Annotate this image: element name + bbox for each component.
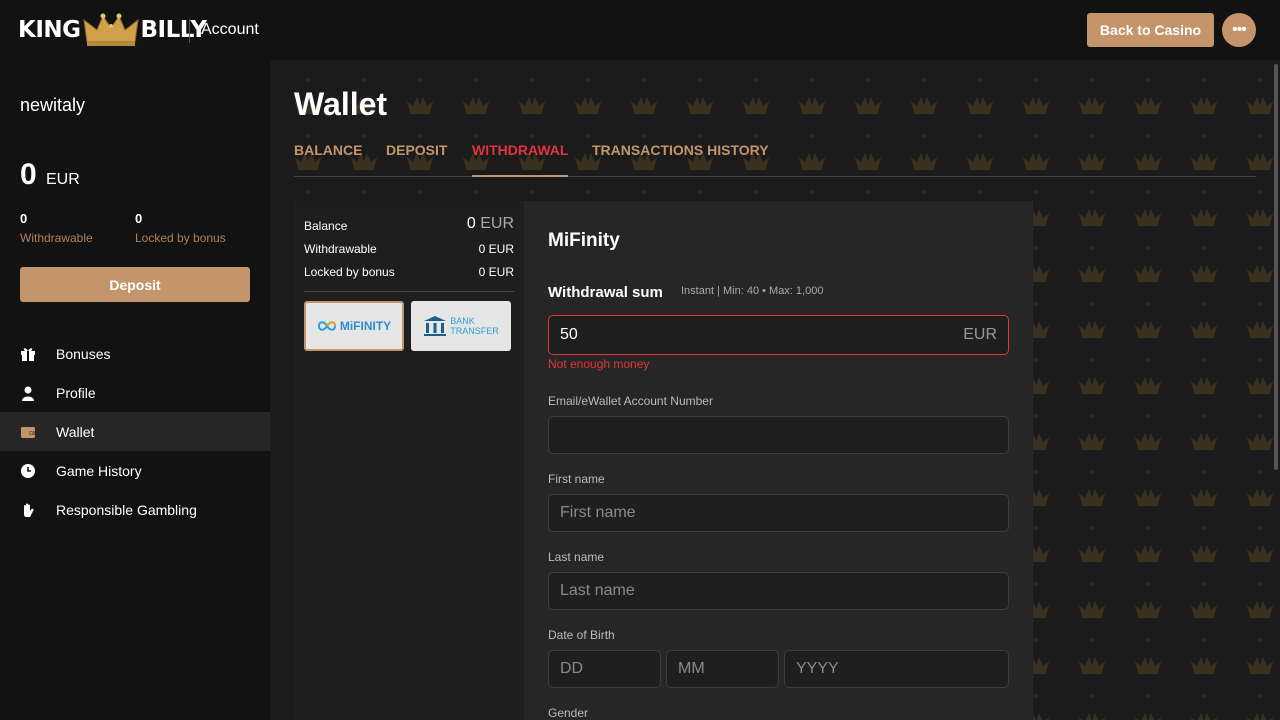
header-title: Account <box>201 21 259 38</box>
sidebar-item-label: Game History <box>56 462 142 479</box>
bank-transfer-logo-text: BANK TRANSFER <box>450 316 499 336</box>
tab-balance[interactable]: BALANCE <box>294 142 362 158</box>
method-bank-transfer[interactable]: BANK TRANSFER <box>411 301 511 351</box>
error-message: Not enough money <box>548 357 650 371</box>
sidebar-item-label: Wallet <box>56 423 95 440</box>
sidebar-item-responsible-gambling[interactable]: Responsible Gambling <box>0 490 270 529</box>
account-number-label: Email/eWallet Account Number <box>548 394 713 408</box>
more-menu-button[interactable]: ••• <box>1222 13 1256 47</box>
header-divider <box>189 19 190 43</box>
crown-icon <box>82 13 139 46</box>
main-content: Wallet BALANCE DEPOSIT WITHDRAWAL TRANSA… <box>270 60 1280 720</box>
username: newitaly <box>20 95 86 115</box>
withdrawal-sum-currency: EUR <box>963 326 997 343</box>
locked-value: 0 <box>135 211 143 226</box>
sidebar-item-label: Profile <box>56 384 96 401</box>
dob-year-input[interactable] <box>784 650 1009 688</box>
summary-divider <box>304 291 514 292</box>
first-name-label: First name <box>548 472 605 486</box>
sidebar-item-wallet[interactable]: Wallet <box>0 412 270 451</box>
more-dots-icon: ••• <box>1232 21 1247 38</box>
summary-balance-label: Balance <box>304 219 348 233</box>
infinity-icon <box>317 321 336 331</box>
payment-methods-panel: Balance 0 EUR Withdrawable 0 EUR Locked … <box>294 201 524 720</box>
withdrawable-label: Withdrawable <box>20 231 93 245</box>
withdrawal-form: MiFinity Withdrawal sum Instant | Min: 4… <box>524 201 1033 720</box>
bank-transfer-line2: TRANSFER <box>450 326 499 336</box>
logo-text-left: KING <box>18 17 81 43</box>
page-scrollbar[interactable] <box>1274 64 1278 470</box>
date-of-birth-label: Date of Birth <box>548 628 615 642</box>
withdrawal-sum-input[interactable]: 50 EUR <box>548 315 1009 355</box>
gift-icon <box>20 346 36 362</box>
gender-label: Gender <box>548 706 589 720</box>
deposit-button[interactable]: Deposit <box>20 267 250 302</box>
dob-month-input[interactable] <box>666 650 779 688</box>
form-title: MiFinity <box>548 230 620 251</box>
clock-icon <box>20 463 36 479</box>
account-number-input[interactable] <box>548 416 1009 454</box>
dob-day-input[interactable] <box>548 650 661 688</box>
sidebar-item-profile[interactable]: Profile <box>0 373 270 412</box>
user-icon <box>20 385 36 401</box>
withdrawal-sum-value: 50 <box>560 326 578 343</box>
withdrawal-sum-hint: Instant | Min: 40 • Max: 1,000 <box>681 285 824 297</box>
summary-locked-label: Locked by bonus <box>304 265 395 279</box>
logo-text-right: BILLY <box>140 17 207 43</box>
sidebar-item-label: Bonuses <box>56 345 111 362</box>
bank-transfer-line1: BANK <box>450 316 475 326</box>
mifinity-logo-text: MiFINITY <box>339 319 392 333</box>
king-billy-logo[interactable]: KING BILLY <box>18 12 207 48</box>
tabs-divider <box>294 176 1256 177</box>
first-name-input[interactable] <box>548 494 1009 532</box>
summary-withdrawable-label: Withdrawable <box>304 242 377 256</box>
summary-withdrawable-value: 0 EUR <box>478 242 514 256</box>
bank-icon <box>424 316 447 336</box>
sidebar-item-label: Responsible Gambling <box>56 501 197 518</box>
tab-deposit[interactable]: DEPOSIT <box>386 142 447 158</box>
account-sidebar: newitaly 0 EUR 0 Withdrawable 0 Locked b… <box>0 60 270 720</box>
method-mifinity[interactable]: MiFINITY <box>304 301 404 351</box>
tab-withdrawal[interactable]: WITHDRAWAL <box>472 142 568 158</box>
withdrawal-sum-label: Withdrawal sum <box>548 284 663 301</box>
wallet-icon <box>20 424 36 440</box>
summary-balance-value: 0 EUR <box>467 215 514 233</box>
locked-label: Locked by bonus <box>135 231 226 245</box>
top-header: KING BILLY Account Back to Casino ••• <box>0 0 1280 60</box>
sidebar-item-game-history[interactable]: Game History <box>0 451 270 490</box>
tab-transactions-history[interactable]: TRANSACTIONS HISTORY <box>592 142 769 158</box>
summary-locked-value: 0 EUR <box>478 265 514 279</box>
last-name-input[interactable] <box>548 572 1009 610</box>
hand-icon <box>20 502 36 518</box>
balance-amount: 0 <box>20 158 37 191</box>
summary-balance-currency: EUR <box>480 215 514 232</box>
page-title: Wallet <box>294 86 388 122</box>
back-to-casino-button[interactable]: Back to Casino <box>1087 13 1214 47</box>
summary-balance-amount: 0 <box>466 215 476 232</box>
balance-currency: EUR <box>46 171 80 188</box>
active-tab-indicator <box>472 175 568 177</box>
sidebar-item-bonuses[interactable]: Bonuses <box>0 334 270 373</box>
withdrawable-value: 0 <box>20 211 28 226</box>
last-name-label: Last name <box>548 550 605 564</box>
